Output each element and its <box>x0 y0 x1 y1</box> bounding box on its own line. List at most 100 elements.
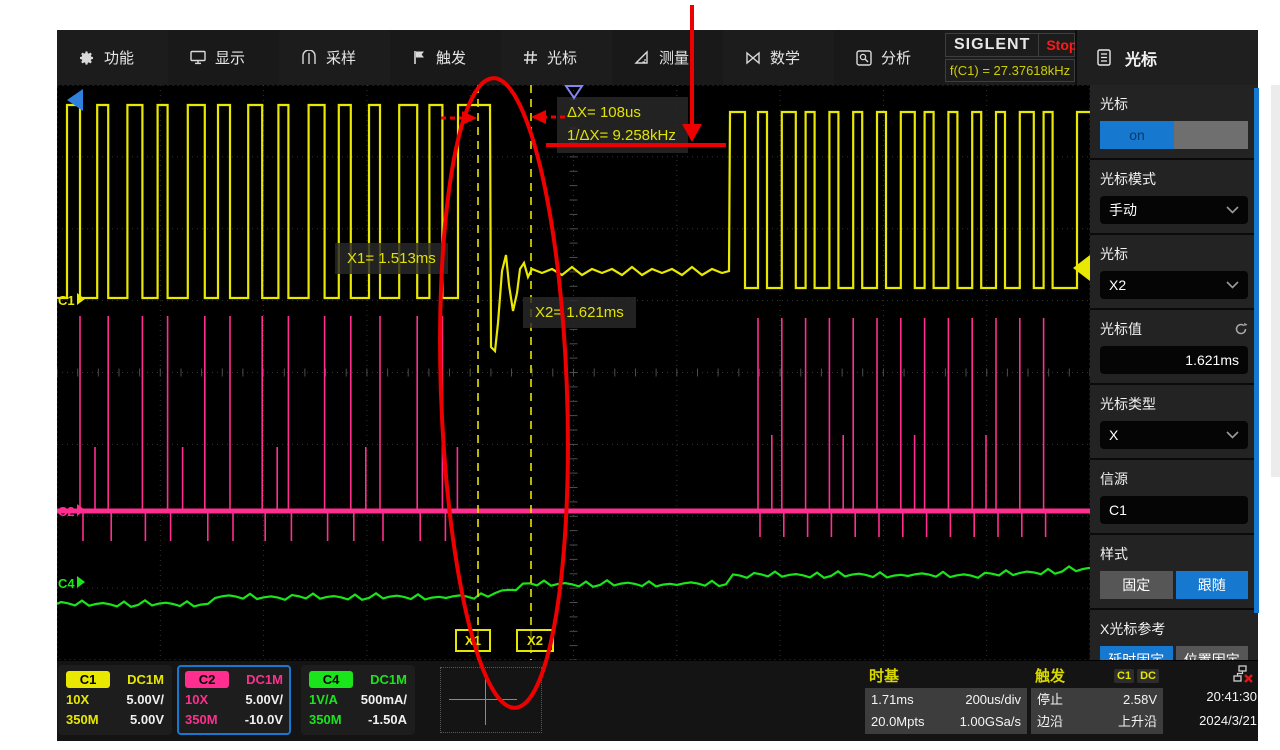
monitor-icon <box>190 50 206 65</box>
clock-date: 2024/3/21 <box>1165 709 1257 733</box>
cursor-mode-dropdown[interactable]: 手动 <box>1100 196 1248 224</box>
timebase-descriptor[interactable]: 时基 1.71ms200us/div 20.0Mpts1.00GSa/s <box>865 663 1027 737</box>
toggle-off[interactable] <box>1174 121 1248 149</box>
cursor-select-value: X2 <box>1109 277 1126 293</box>
c2-badge: C2 <box>185 671 229 688</box>
cursor-mode-value: 手动 <box>1109 200 1137 220</box>
c1-probe: 10X <box>66 690 89 710</box>
chevron-down-icon <box>1226 431 1239 439</box>
channel-c1-descriptor[interactable]: C1 DC1M 10X5.00V/ 350M5.00V <box>58 665 172 735</box>
menu-analysis-label: 分析 <box>881 47 911 68</box>
cursor-enable-label: 光标 <box>1100 94 1248 114</box>
cursor-settings-panel: 光标 on 光标模式 手动 光标 X2 <box>1090 85 1258 660</box>
c1-marker-label[interactable]: C1 <box>58 293 75 308</box>
channel-c4-descriptor[interactable]: C4 DC1M 1V/A500mA/ 350M-1.50A <box>301 665 415 735</box>
c2-coupling: DC1M <box>246 672 283 687</box>
analysis-icon <box>856 50 872 66</box>
cursor-x2-readout: X2= 1.621ms <box>523 297 636 328</box>
page-scrollbar[interactable] <box>1271 85 1280 477</box>
flag-icon <box>412 50 427 65</box>
menu-trigger[interactable]: 触发 <box>390 30 501 85</box>
c1-bandwidth: 350M <box>66 710 99 730</box>
inverse-delta-x-value: 1/ΔX= 9.258kHz <box>567 124 676 147</box>
math-icon <box>745 51 761 65</box>
menu-trigger-label: 触发 <box>436 47 466 68</box>
c2-offset: -10.0V <box>245 710 283 730</box>
menu-acquire-label: 采样 <box>326 47 356 68</box>
clock-network-box[interactable]: 20:41:30 2024/3/21 <box>1165 663 1257 733</box>
delta-x-value: ΔX= 108us <box>567 101 676 124</box>
style-follow-button[interactable]: 跟随 <box>1176 571 1249 599</box>
c2-bandwidth: 350M <box>185 710 218 730</box>
waveform-display[interactable]: C1 C2 C4 ΔX= 108us 1/ΔX= 9.258kHz X1= 1.… <box>57 85 1090 660</box>
menu-utility[interactable]: 功能 <box>57 30 168 85</box>
timebase-scale: 200us/div <box>965 689 1021 711</box>
menu-math-label: 数学 <box>770 47 800 68</box>
clipboard-icon <box>1097 49 1111 66</box>
cursor-enable-toggle[interactable]: on <box>1100 121 1248 149</box>
status-bar: C1 DC1M 10X5.00V/ 350M5.00V C2 DC1M 10X5… <box>57 660 1258 741</box>
cursor-grid-icon <box>523 50 538 65</box>
menu-display-label: 显示 <box>215 47 245 68</box>
trigger-label: 触发 <box>1035 665 1065 686</box>
toggle-on[interactable]: on <box>1100 121 1174 149</box>
timebase-delay: 1.71ms <box>871 689 914 711</box>
menu-math[interactable]: 数学 <box>723 30 834 85</box>
chevron-down-icon <box>1226 206 1239 214</box>
style-fixed-button[interactable]: 固定 <box>1100 571 1173 599</box>
cursor-x2-handle[interactable]: X2 <box>516 629 554 652</box>
trigger-level-marker[interactable] <box>1073 255 1090 281</box>
c2-probe: 10X <box>185 690 208 710</box>
c4-marker-arrow-icon <box>77 576 85 588</box>
c2-scale: 5.00V/ <box>245 690 283 710</box>
cursor-type-label: 光标类型 <box>1100 394 1248 414</box>
source-label: 信源 <box>1100 469 1248 489</box>
cursor-mode-label: 光标模式 <box>1100 169 1248 189</box>
style-segmented: 固定 跟随 <box>1100 571 1248 599</box>
cursor-x1-readout: X1= 1.513ms <box>335 243 448 274</box>
c2-marker-arrow-icon <box>77 504 85 516</box>
menu-measure[interactable]: 测量 <box>612 30 723 85</box>
zoom-preview-box <box>440 667 542 733</box>
pretrigger-arrow-icon[interactable] <box>67 89 83 111</box>
c4-offset: -1.50A <box>368 710 407 730</box>
menu-measure-label: 测量 <box>659 47 689 68</box>
style-label: 样式 <box>1100 544 1248 564</box>
c1-scale: 5.00V/ <box>126 690 164 710</box>
network-disconnected-icon <box>1233 665 1255 683</box>
trigger-coupling-chip: DC <box>1137 669 1159 683</box>
c4-badge: C4 <box>309 671 353 688</box>
menu-acquire[interactable]: 采样 <box>279 30 390 85</box>
channel-c2-descriptor[interactable]: C2 DC1M 10X 5.00V/ 350M -10.0V <box>177 665 291 735</box>
menu-analysis[interactable]: 分析 <box>834 30 945 85</box>
cursor-x1-handle[interactable]: X1 <box>455 629 491 652</box>
cursor-type-value: X <box>1109 427 1118 443</box>
dialog-header: 光标 <box>1075 30 1258 85</box>
menu-utility-label: 功能 <box>104 47 134 68</box>
trigger-descriptor[interactable]: 触发 C1 DC 停止2.58V 边沿上升沿 <box>1031 663 1163 737</box>
cursor-select-label: 光标 <box>1100 244 1248 264</box>
cursor-value-field[interactable]: 1.621ms <box>1100 346 1248 374</box>
preview-crosshair-v <box>485 675 486 725</box>
delta-x-readout: ΔX= 108us 1/ΔX= 9.258kHz <box>557 97 688 153</box>
trigger-type: 边沿 <box>1037 711 1063 733</box>
c4-marker-label[interactable]: C4 <box>58 576 75 591</box>
menu-display[interactable]: 显示 <box>168 30 279 85</box>
graticule <box>57 85 1090 660</box>
menu-cursors[interactable]: 光标 <box>501 30 612 85</box>
source-field[interactable]: C1 <box>1100 496 1248 524</box>
cursor-type-dropdown[interactable]: X <box>1100 421 1248 449</box>
menu-cursors-label: 光标 <box>547 47 577 68</box>
c1-offset: 5.00V <box>130 710 164 730</box>
c1-coupling: DC1M <box>127 672 164 687</box>
c4-scale: 500mA/ <box>361 690 407 710</box>
cursor-value-label: 光标值 <box>1100 319 1142 339</box>
cursor-select-dropdown[interactable]: X2 <box>1100 271 1248 299</box>
top-menu-bar: 功能 显示 采样 触发 光标 测量 数学 分析 <box>57 30 1258 85</box>
xref-label: X光标参考 <box>1100 619 1248 639</box>
panel-scrollbar[interactable] <box>1254 88 1259 613</box>
dialog-title: 光标 <box>1125 46 1157 70</box>
c2-marker-label[interactable]: C2 <box>58 504 75 519</box>
gear-icon <box>79 50 95 66</box>
reset-icon[interactable] <box>1234 322 1248 336</box>
